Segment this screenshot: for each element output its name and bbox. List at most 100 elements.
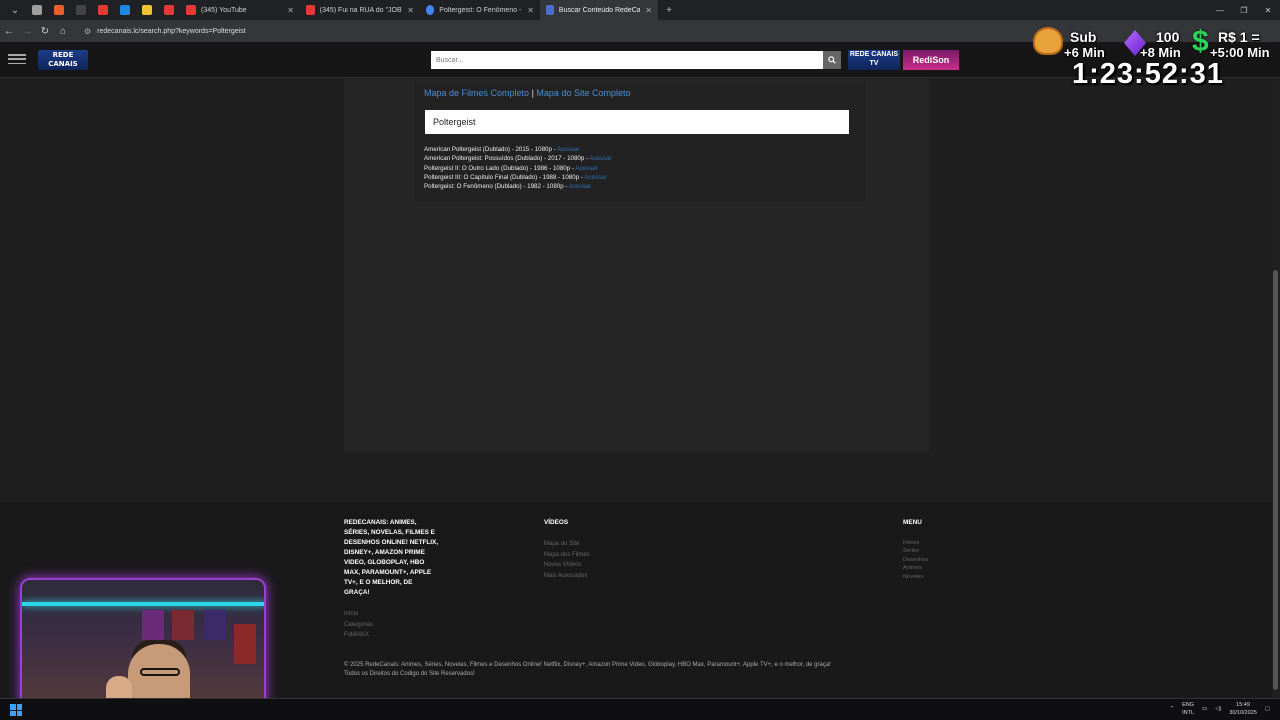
footer-link-animes[interactable]: Animes [903,564,928,572]
result-title[interactable]: Poltergeist: O Fenômeno (Dublado) - 1982… [424,183,567,190]
money-label: R$ 1 = [1218,29,1260,45]
results-list: American Poltergeist (Dublado) - 2015 - … [424,145,612,191]
films-map-link[interactable]: Mapa de Filmes Completo [424,88,529,98]
access-link[interactable]: Acessar [589,155,611,162]
stream-overlay: Sub +6 Min 100 +8 Min $ R$ 1 = +5:00 Min… [1030,24,1280,94]
result-title[interactable]: American Poltergeist: Possuídos (Dublado… [424,155,588,162]
footer-link-films-map[interactable]: Mapa dos Filmes [544,550,590,561]
tab-5[interactable] [136,0,158,20]
site-logo[interactable]: REDE CANAIS [38,50,88,70]
footer-link-new-videos[interactable]: Novos Vídeos [544,560,590,571]
webcam-poster [172,610,194,640]
clock-date: 30/10/2025 [1229,710,1257,716]
minimize-icon[interactable]: — [1208,6,1232,15]
volume-icon[interactable]: ◁) [1215,706,1221,712]
back-icon[interactable]: ← [0,26,18,37]
tab-label: (345) YouTube [201,6,247,14]
close-window-icon[interactable]: ✕ [1256,6,1280,15]
tab-4[interactable] [114,0,136,20]
footer-menu-heading: MENU [903,519,922,526]
tab-3[interactable] [92,0,114,20]
url-field[interactable]: ⚙ redecanais.lc/search.php?keywords=Polt… [78,23,252,39]
reload-icon[interactable]: ↻ [36,26,54,37]
access-link[interactable]: Acessar [557,146,579,153]
tab-favicon [98,5,108,15]
youtube-favicon-icon [186,5,196,15]
dollar-icon: $ [1192,25,1209,58]
clock-time: 15:49 [1236,702,1250,708]
tab-favicon [76,5,86,15]
notifications-icon[interactable]: ▢ [1265,706,1270,712]
footer-link-site-map[interactable]: Mapa do Site [544,539,590,550]
footer-link-films[interactable]: Filmes [903,539,928,547]
site-info-icon[interactable]: ⚙ [84,27,91,36]
tab-favicon [142,5,152,15]
result-item: Poltergeist II: O Outro Lado (Dublado) -… [424,164,612,173]
footer-menu-links: Filmes Séries Desenhos Animes Novelas [903,539,928,581]
language-code: ENG [1182,702,1194,708]
webcam-poster [204,610,226,640]
footer-link-series[interactable]: Séries [903,547,928,555]
close-tab-icon[interactable]: ✕ [407,6,414,15]
language-indicator[interactable]: ENG INTL [1182,701,1194,717]
webcam-person-glasses [140,668,180,676]
tab-redecanais-active[interactable]: Buscar Conteúdo RedeCanais - I ✕ [540,0,658,20]
tab-favicon [32,5,42,15]
tab-0[interactable] [26,0,48,20]
result-title[interactable]: Poltergeist III: O Capítulo Final (Dubla… [424,174,583,181]
footer-copyright: © 2025 RedeCanais: Animes, Séries, Novel… [344,661,831,679]
page-scrollbar-thumb[interactable] [1273,270,1278,690]
new-tab-icon[interactable]: + [658,0,680,20]
tab-2[interactable] [70,0,92,20]
copyright-line-1: © 2025 RedeCanais: Animes, Séries, Novel… [344,662,831,668]
tab-1[interactable] [48,0,70,20]
access-link[interactable]: Acessar [569,183,591,190]
search-icon [828,56,836,64]
forward-icon[interactable]: → [18,26,36,37]
result-item: American Poltergeist: Possuídos (Dublado… [424,154,612,163]
tab-youtube[interactable]: (345) YouTube ✕ [180,0,300,20]
tray-chevron-up-icon[interactable]: ⌃ [1169,706,1174,712]
tab-youtube-video[interactable]: (345) Fui na RUA do "JOB" no ✕ [300,0,420,20]
tab-label: (345) Fui na RUA do "JOB" no [319,6,403,14]
home-icon[interactable]: ⌂ [54,26,72,37]
footer-link-home[interactable]: Início [344,609,373,620]
tab-google-search[interactable]: Poltergeist: O Fenômeno - Pesq ✕ [420,0,540,20]
maximize-icon[interactable]: ❐ [1232,6,1256,15]
search-input[interactable] [431,51,823,69]
webcam-poster [234,624,256,664]
partner-logo[interactable]: RediSon [903,50,959,70]
result-title[interactable]: Poltergeist II: O Outro Lado (Dublado) -… [424,165,574,172]
close-tab-icon[interactable]: ✕ [645,6,652,15]
windows-start-icon[interactable] [10,704,22,716]
close-tab-icon[interactable]: ✕ [287,6,294,15]
tab-label: Poltergeist: O Fenômeno - Pesq [439,6,522,14]
result-title[interactable]: American Poltergeist (Dublado) - 2015 - … [424,146,556,153]
menu-icon[interactable] [8,54,26,64]
window-controls: — ❐ ✕ [1208,6,1280,15]
copyright-line-2: Todos os Direitos do Codigo do Site Rese… [344,671,475,677]
site-favicon-icon [546,5,554,15]
redecanais-tv-logo[interactable]: REDE CANAIS TV [848,50,900,70]
access-link[interactable]: Acessar [575,165,597,172]
footer-link-categories[interactable]: Categorias [344,620,373,631]
close-tab-icon[interactable]: ✕ [527,6,534,15]
site-map-link[interactable]: Mapa do Site Completo [536,88,630,98]
footer-link-cartoons[interactable]: Desenhos [903,556,928,564]
map-links: Mapa de Filmes Completo | Mapa do Site C… [424,88,630,98]
search-button[interactable] [823,51,841,69]
tab-6[interactable] [158,0,180,20]
google-favicon-icon [426,5,435,15]
footer-videos-heading: VÍDEOS [544,519,569,526]
footer-link-most-accessed[interactable]: Mais Acessados [544,571,590,582]
clock[interactable]: 15:49 30/10/2025 [1229,701,1257,717]
footer-link-futemax[interactable]: FutéMAX [344,630,373,641]
network-icon[interactable]: ▭ [1202,706,1207,712]
footer-link-novelas[interactable]: Novelas [903,573,928,581]
footer-about: REDECANAIS: ANIMES, SÉRIES, NOVELAS, FIL… [344,519,439,596]
result-item: American Poltergeist (Dublado) - 2015 - … [424,145,612,154]
url-text: redecanais.lc/search.php?keywords=Polter… [97,27,246,35]
os-taskbar: ⌃ ENG INTL ▭ ◁) 15:49 30/10/2025 ▢ [0,698,1280,720]
access-link[interactable]: Acessar [584,174,606,181]
tab-search-icon[interactable]: ⌄ [4,0,26,20]
